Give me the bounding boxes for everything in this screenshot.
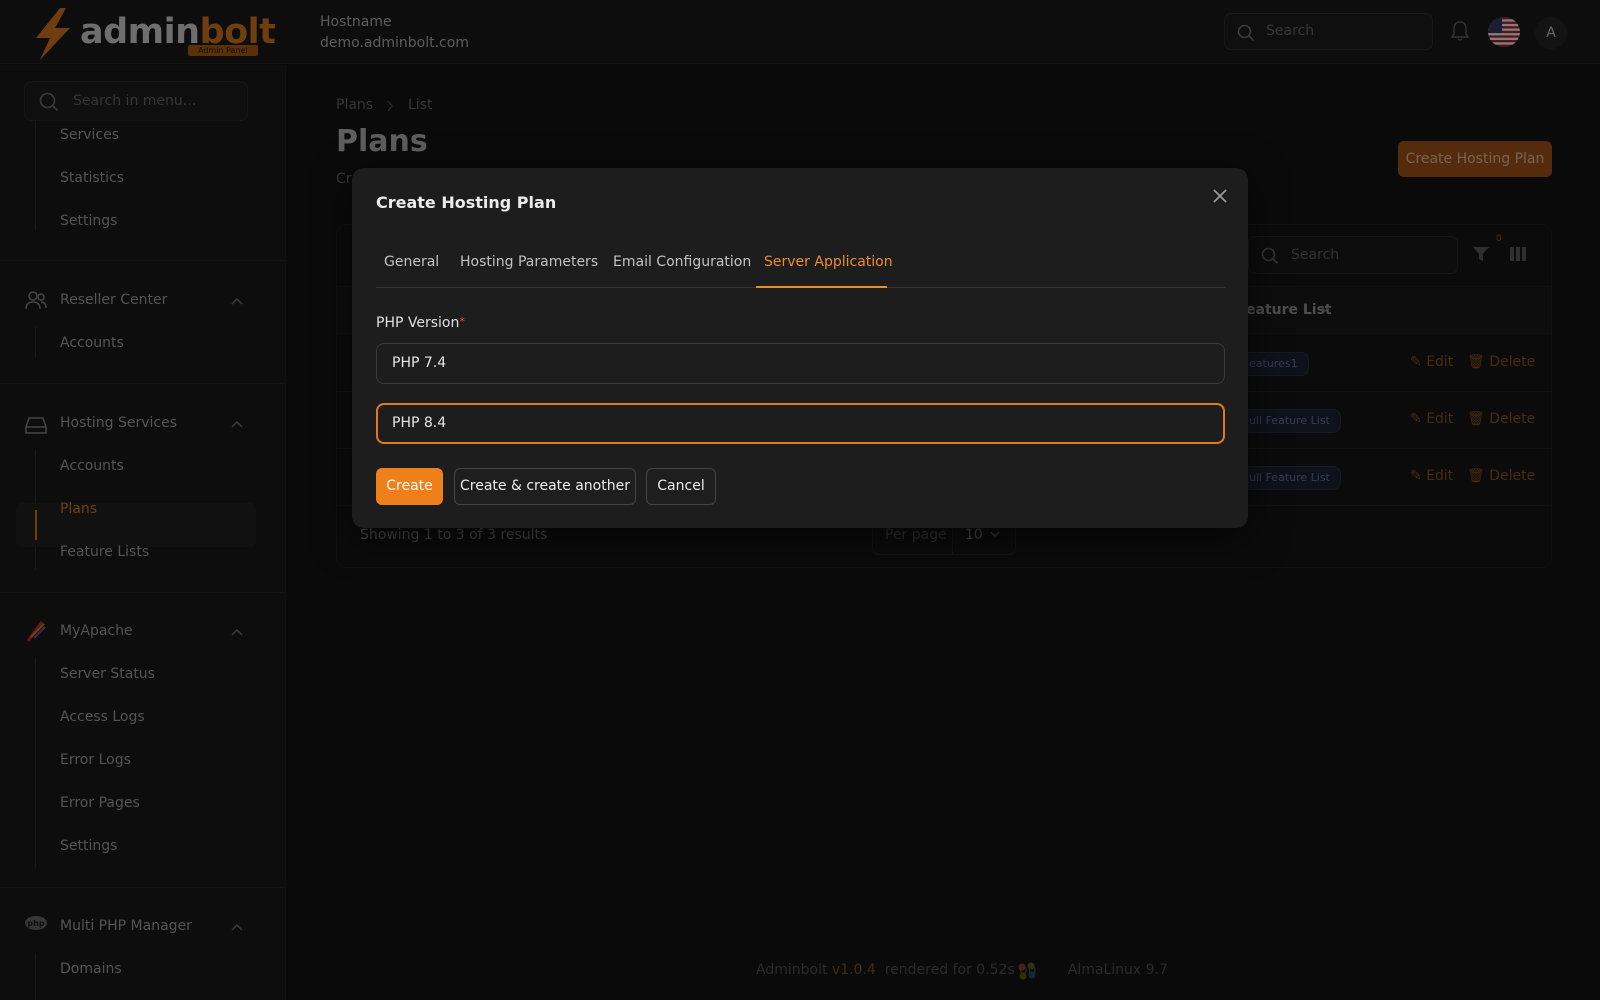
- create-another-button[interactable]: Create & create another: [454, 468, 636, 505]
- tab-server-application[interactable]: Server Application: [764, 254, 893, 270]
- close-icon[interactable]: [1210, 186, 1230, 206]
- tab-hosting-parameters[interactable]: Hosting Parameters: [460, 254, 598, 270]
- php-version-label-text: PHP Version: [376, 315, 460, 331]
- php-version-label: PHP Version*: [376, 315, 465, 331]
- php-version-value-2: PHP 8.4: [392, 415, 447, 431]
- create-button[interactable]: Create: [376, 468, 443, 505]
- php-version-input-1[interactable]: PHP 7.4: [376, 343, 1225, 384]
- active-tab-indicator: [756, 286, 887, 288]
- tab-general[interactable]: General: [384, 254, 439, 270]
- tab-email-configuration[interactable]: Email Configuration: [613, 254, 751, 270]
- cancel-button[interactable]: Cancel: [646, 468, 716, 505]
- modal-title: Create Hosting Plan: [376, 193, 557, 212]
- php-version-input-2[interactable]: PHP 8.4: [376, 403, 1225, 444]
- php-version-value-1: PHP 7.4: [392, 355, 447, 371]
- required-mark: *: [459, 315, 465, 328]
